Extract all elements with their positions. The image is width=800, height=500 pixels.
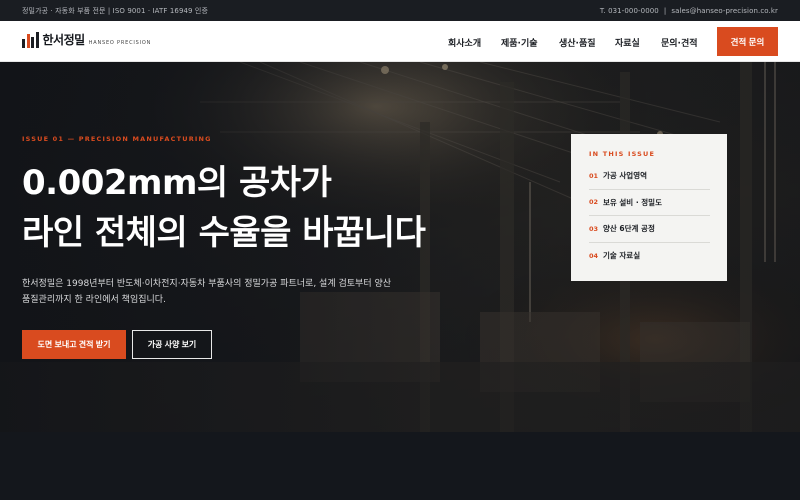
quote-request-button[interactable]: 견적 문의 — [717, 27, 778, 56]
issue-index-panel: IN THIS ISSUE 01 가공 사업영역 02 보유 설비 · 정밀도 … — [571, 134, 727, 281]
utility-contact: T. 031-000-0000 | sales@hanseo-precision… — [600, 7, 778, 15]
issue-item-label: 기술 자료실 — [603, 251, 641, 261]
issue-item-label: 보유 설비 · 정밀도 — [603, 197, 662, 207]
nav-item-resources[interactable]: 자료실 — [615, 36, 640, 49]
issue-item[interactable]: 04 기술 자료실 — [589, 243, 710, 270]
hero-description-line1: 한서정밀은 1998년부터 반도체·이차전지·자동차 부품사의 정밀가공 파트너… — [22, 279, 392, 289]
hero-description: 한서정밀은 1998년부터 반도체·이차전지·자동차 부품사의 정밀가공 파트너… — [22, 276, 442, 308]
hero-description-line2: 품질관리까지 한 라인에서 책임집니다. — [22, 295, 166, 305]
issue-item[interactable]: 03 양산 6단계 공정 — [589, 216, 710, 243]
hero-section: ISSUE 01 — PRECISION MANUFACTURING 0.002… — [0, 62, 800, 432]
nav-item-products[interactable]: 제품·기술 — [501, 36, 538, 49]
issue-item-number: 02 — [589, 198, 599, 207]
page-bottom-band — [0, 432, 800, 500]
issue-item-number: 01 — [589, 171, 599, 180]
utility-tagline: 정밀가공 · 자동화 부품 전문 | ISO 9001 · IATF 16949… — [22, 6, 209, 15]
nav-item-contact[interactable]: 문의·견적 — [661, 36, 698, 49]
nav-item-production[interactable]: 생산·품질 — [559, 36, 596, 49]
nav-item-about[interactable]: 회사소개 — [448, 36, 481, 49]
hero-headline: 0.002mm의 공차가 라인 전체의 수율을 바꿉니다 — [22, 158, 426, 258]
brand-name-ko: 한서정밀 — [42, 33, 86, 47]
issue-item-label: 가공 사업영역 — [603, 171, 648, 181]
utility-email[interactable]: sales@hanseo-precision.co.kr — [671, 7, 778, 15]
send-drawing-button[interactable]: 도면 보내고 견적 받기 — [22, 330, 126, 359]
issue-item-number: 04 — [589, 251, 599, 260]
hero-headline-line2: 라인 전체의 수율을 바꿉니다 — [22, 213, 426, 253]
main-nav: 한서정밀 HANSEO PRECISION 회사소개 제품·기술 생산·품질 자… — [0, 21, 800, 62]
hero-eyebrow: ISSUE 01 — PRECISION MANUFACTURING — [22, 135, 212, 143]
issue-item-number: 03 — [589, 224, 599, 233]
issue-item[interactable]: 02 보유 설비 · 정밀도 — [589, 190, 710, 216]
brand-name-en: HANSEO PRECISION — [88, 40, 152, 46]
issue-item[interactable]: 01 가공 사업영역 — [589, 163, 710, 190]
utility-bar: 정밀가공 · 자동화 부품 전문 | ISO 9001 · IATF 16949… — [0, 0, 800, 21]
brand-logo[interactable]: 한서정밀 HANSEO PRECISION — [22, 32, 151, 48]
issue-item-label: 양산 6단계 공정 — [603, 224, 655, 234]
utility-divider: | — [663, 6, 667, 15]
hero-headline-line1: 0.002mm의 공차가 — [22, 163, 332, 203]
issue-panel-title: IN THIS ISSUE — [589, 150, 656, 158]
logo-mark-icon — [22, 32, 39, 48]
utility-phone[interactable]: T. 031-000-0000 — [600, 7, 659, 15]
view-specs-button[interactable]: 가공 사양 보기 — [132, 330, 212, 359]
